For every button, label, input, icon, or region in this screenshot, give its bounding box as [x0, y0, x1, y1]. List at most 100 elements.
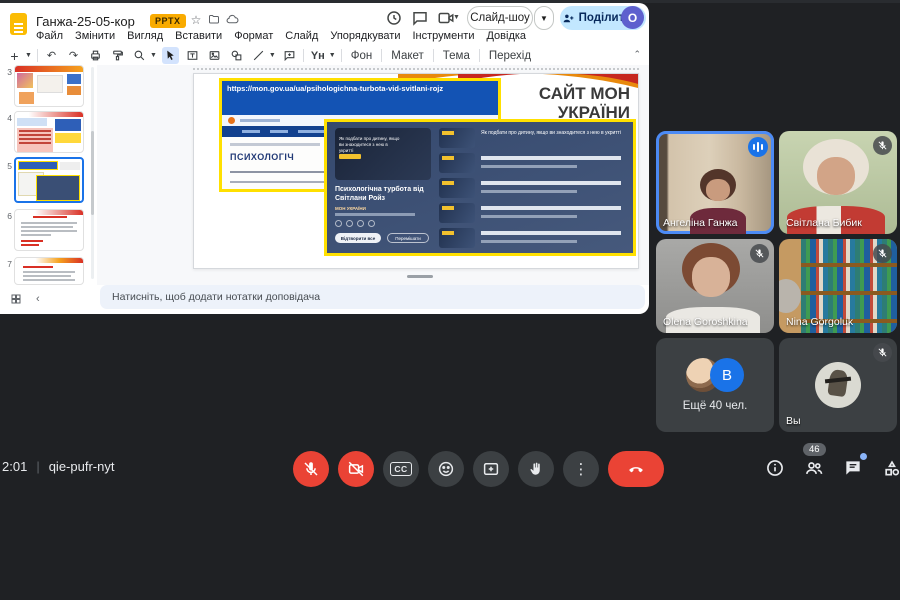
yellow-highlight-chip [339, 154, 361, 159]
thumb5-videobox [36, 175, 80, 201]
participant-grid: Ангеліна Ганжа Світлана Бибик Olena Goro… [656, 131, 897, 432]
slideshow-dropdown[interactable]: ▼ [534, 6, 554, 30]
thumb6-redline [21, 240, 43, 242]
move-folder-icon[interactable] [206, 13, 222, 28]
slideshow-button[interactable]: Слайд-шоу [467, 6, 533, 30]
insert-line-button[interactable] [250, 47, 267, 64]
notes-placeholder: Натисніть, щоб додати нотатки доповідача [112, 291, 321, 303]
zoom-caret-icon[interactable]: ▼ [150, 52, 157, 59]
thumb-number: 7 [7, 259, 12, 269]
captions-button[interactable]: CC [383, 451, 419, 487]
slides-logo-icon[interactable] [10, 13, 27, 35]
self-label: Вы [786, 415, 801, 427]
slide-thumbnail-4[interactable] [14, 111, 84, 153]
background-button[interactable]: Фон [347, 50, 377, 62]
participant-tile[interactable]: Світлана Бибик [779, 131, 897, 234]
participant-tile[interactable]: Ангеліна Ганжа [656, 131, 774, 234]
print-button[interactable] [87, 47, 104, 64]
theme-button[interactable]: Тема [439, 50, 474, 62]
menu-format[interactable]: Формат [234, 30, 273, 42]
grid-view-icon[interactable] [10, 293, 22, 305]
thumb4-pic3 [55, 133, 81, 143]
chat-button[interactable] [840, 453, 867, 481]
participant-tile[interactable]: Olena Goroshkina [656, 239, 774, 333]
star-icon[interactable]: ☆ [188, 13, 204, 27]
reactions-button[interactable] [428, 451, 464, 487]
self-avatar [815, 362, 861, 408]
pptx-badge[interactable]: PPTX [150, 14, 186, 28]
history-icon[interactable] [385, 9, 405, 29]
meeting-code: qie-pufr-nyt [48, 459, 115, 474]
camera-toggle-button[interactable] [338, 451, 374, 487]
self-tile[interactable]: Вы [779, 338, 897, 432]
undo-button[interactable]: ↶ [43, 47, 60, 64]
raise-hand-button[interactable] [518, 451, 554, 487]
line-caret-icon[interactable]: ▼ [269, 52, 276, 59]
panel-controls: 46 [762, 443, 900, 481]
thumb4-textblock [17, 128, 53, 152]
speaker-notes[interactable]: Натисніть, щоб додати нотатки доповідача [100, 285, 645, 309]
menu-insert[interactable]: Вставити [175, 30, 222, 42]
playlist-item [439, 153, 631, 175]
mic-toggle-button[interactable] [293, 451, 329, 487]
thumb3-pic1 [67, 74, 81, 84]
toolbar: + ▼ ↶ ↷ ▼ ▼ Yн ▼ Фон Макет Тема Перехід [0, 45, 649, 66]
person-face [706, 179, 730, 201]
present-button[interactable] [473, 451, 509, 487]
redo-button[interactable]: ↷ [65, 47, 82, 64]
participant-tile[interactable]: Nina Gorgoluk [779, 239, 897, 333]
new-slide-caret-icon[interactable]: ▼ [25, 52, 32, 59]
transition-button[interactable]: Перехід [485, 50, 535, 62]
thumb6-link [33, 216, 67, 218]
menu-edit[interactable]: Змінити [75, 30, 115, 42]
slide-thumbnail-6[interactable] [14, 209, 84, 251]
layout-button[interactable]: Макет [387, 50, 428, 62]
select-tool-button[interactable] [161, 47, 179, 64]
participants-button[interactable]: 46 [801, 443, 827, 481]
thumb5-urlbar [18, 161, 58, 170]
new-slide-button[interactable]: + [6, 47, 23, 64]
menu-file[interactable]: Файл [36, 30, 63, 42]
filmstrip-scrollbar[interactable] [91, 67, 94, 279]
thumb-number: 5 [7, 161, 12, 171]
cloud-status-icon[interactable] [224, 13, 240, 29]
google-slides-window: Ганжа-25-05-кор PPTX ☆ Файл Змінити Вигл… [0, 3, 649, 314]
thumb7-swoosh [15, 258, 83, 263]
collapse-toolbar-icon[interactable]: ⌃ [633, 49, 641, 60]
activities-button[interactable] [879, 455, 900, 481]
menu-view[interactable]: Вигляд [127, 30, 163, 42]
account-avatar[interactable]: O [621, 6, 644, 29]
slide-thumbnail-5-selected[interactable] [14, 157, 84, 203]
text-box-button[interactable] [184, 47, 201, 64]
comments-icon[interactable] [411, 9, 431, 29]
cc-icon: CC [390, 462, 412, 476]
learning-tool-button[interactable]: Yн [309, 47, 327, 64]
insert-comment-button[interactable] [281, 47, 298, 64]
notes-resize-handle[interactable] [407, 275, 433, 278]
more-options-button[interactable]: ⋮ [563, 451, 599, 487]
meeting-details-button[interactable] [762, 455, 788, 481]
paint-format-button[interactable] [109, 47, 126, 64]
play-all-button: Відтворити все [335, 233, 381, 243]
playlist-action-icon [368, 220, 375, 227]
insert-image-button[interactable] [206, 47, 223, 64]
slide-filmstrip: 3 4 5 6 7 [0, 65, 97, 285]
slide-thumbnail-7[interactable] [14, 257, 84, 285]
playlist-item [439, 178, 631, 200]
end-call-button[interactable] [608, 451, 664, 487]
ruler-ticks [193, 68, 639, 70]
current-slide[interactable]: https://mon.gov.ua/ua/psihologichna-turb… [193, 73, 639, 269]
thumb4-pic1 [17, 118, 47, 126]
zoom-button[interactable] [131, 47, 148, 64]
slide-thumbnail-3[interactable] [14, 65, 84, 107]
document-title[interactable]: Ганжа-25-05-кор [36, 14, 135, 29]
collapse-filmstrip-icon[interactable]: ‹ [36, 293, 40, 305]
more-participants-tile[interactable]: В Ещё 40 чел. [656, 338, 774, 432]
menu-slide[interactable]: Слайд [285, 30, 318, 42]
menu-help[interactable]: Довідка [486, 30, 526, 42]
learning-tool-caret-icon[interactable]: ▼ [329, 52, 336, 59]
insert-shape-button[interactable] [228, 47, 245, 64]
menu-arrange[interactable]: Упорядкувати [330, 30, 400, 42]
participant-name: Olena Goroshkina [663, 316, 748, 328]
playlist-meta-line [335, 213, 415, 216]
